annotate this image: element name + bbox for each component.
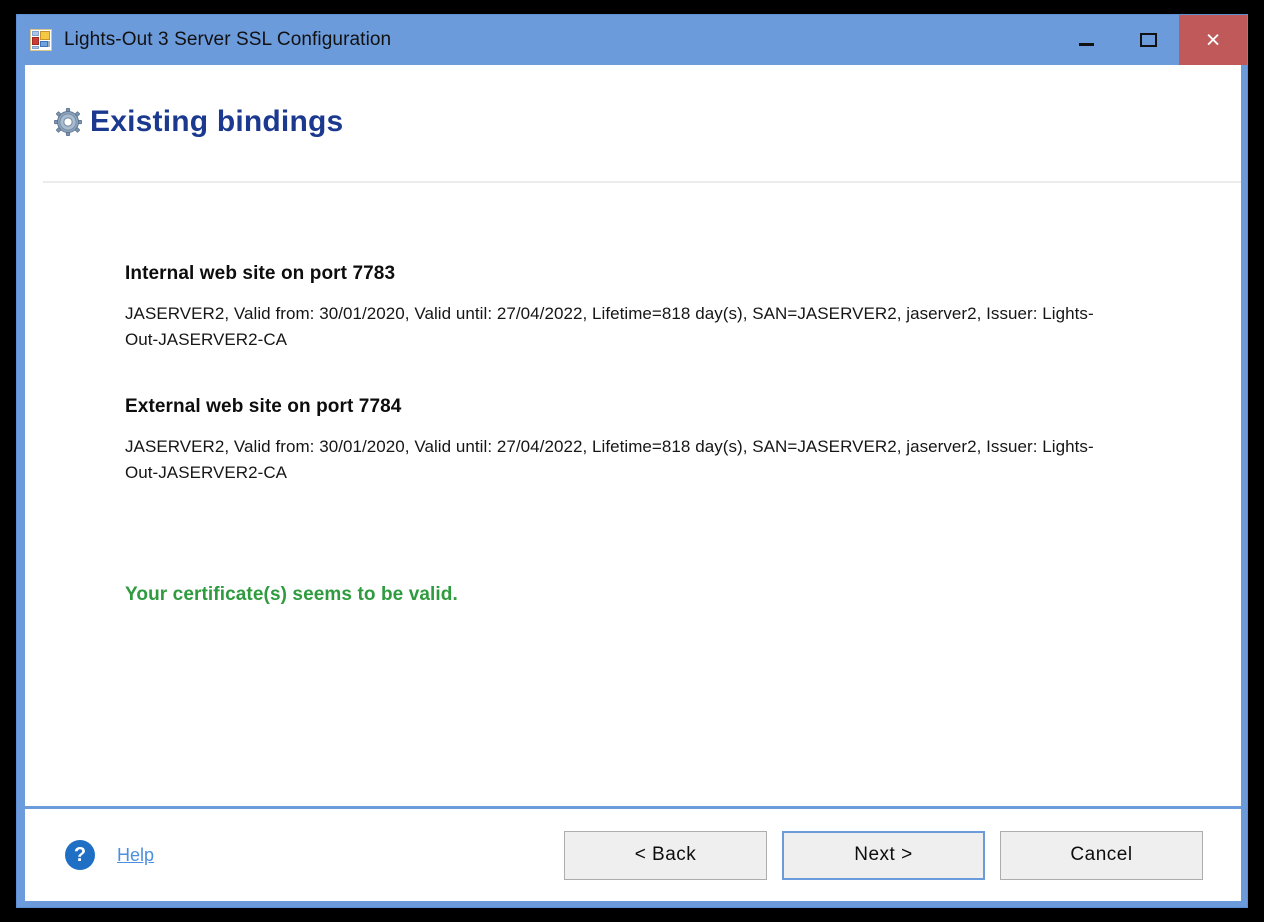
window-title: Lights-Out 3 Server SSL Configuration [64, 29, 392, 50]
binding-internal: Internal web site on port 7783 JASERVER2… [125, 263, 1241, 354]
cancel-button[interactable]: Cancel [1000, 830, 1203, 880]
dialog-footer: ? Help < Back Next > Cancel [25, 806, 1241, 901]
minimize-icon [1078, 42, 1094, 46]
content-area: Internal web site on port 7783 JASERVER2… [25, 183, 1241, 806]
next-button[interactable]: Next > [782, 830, 985, 880]
gear-icon [53, 107, 83, 137]
status-message: Your certificate(s) seems to be valid. [125, 584, 458, 606]
help-link[interactable]: Help [117, 845, 154, 866]
page-title: Existing bindings [90, 105, 344, 138]
binding-detail: JASERVER2, Valid from: 30/01/2020, Valid… [125, 304, 1094, 350]
window-controls: × [1055, 15, 1247, 65]
maximize-icon [1139, 33, 1157, 47]
title-bar[interactable]: Lights-Out 3 Server SSL Configuration × [17, 15, 1247, 65]
binding-title: External web site on port 7784 [125, 395, 402, 417]
close-button[interactable]: × [1179, 15, 1247, 65]
help-group[interactable]: ? Help [65, 840, 154, 870]
help-icon[interactable]: ? [65, 840, 95, 870]
form-designer-icon [30, 29, 52, 51]
binding-external: External web site on port 7784 JASERVER2… [125, 396, 1241, 487]
dialog-window: Lights-Out 3 Server SSL Configuration × [16, 14, 1248, 908]
client-area: Existing bindings Internal web site on p… [25, 65, 1241, 901]
binding-detail: JASERVER2, Valid from: 30/01/2020, Valid… [125, 436, 1094, 483]
minimize-button[interactable] [1055, 15, 1117, 65]
page-header: Existing bindings [25, 65, 1241, 183]
close-icon: × [1205, 25, 1221, 54]
maximize-button[interactable] [1117, 15, 1179, 65]
back-button[interactable]: < Back [564, 830, 767, 880]
binding-title: Internal web site on port 7783 [125, 263, 396, 284]
button-group: < Back Next > Cancel [564, 830, 1203, 880]
